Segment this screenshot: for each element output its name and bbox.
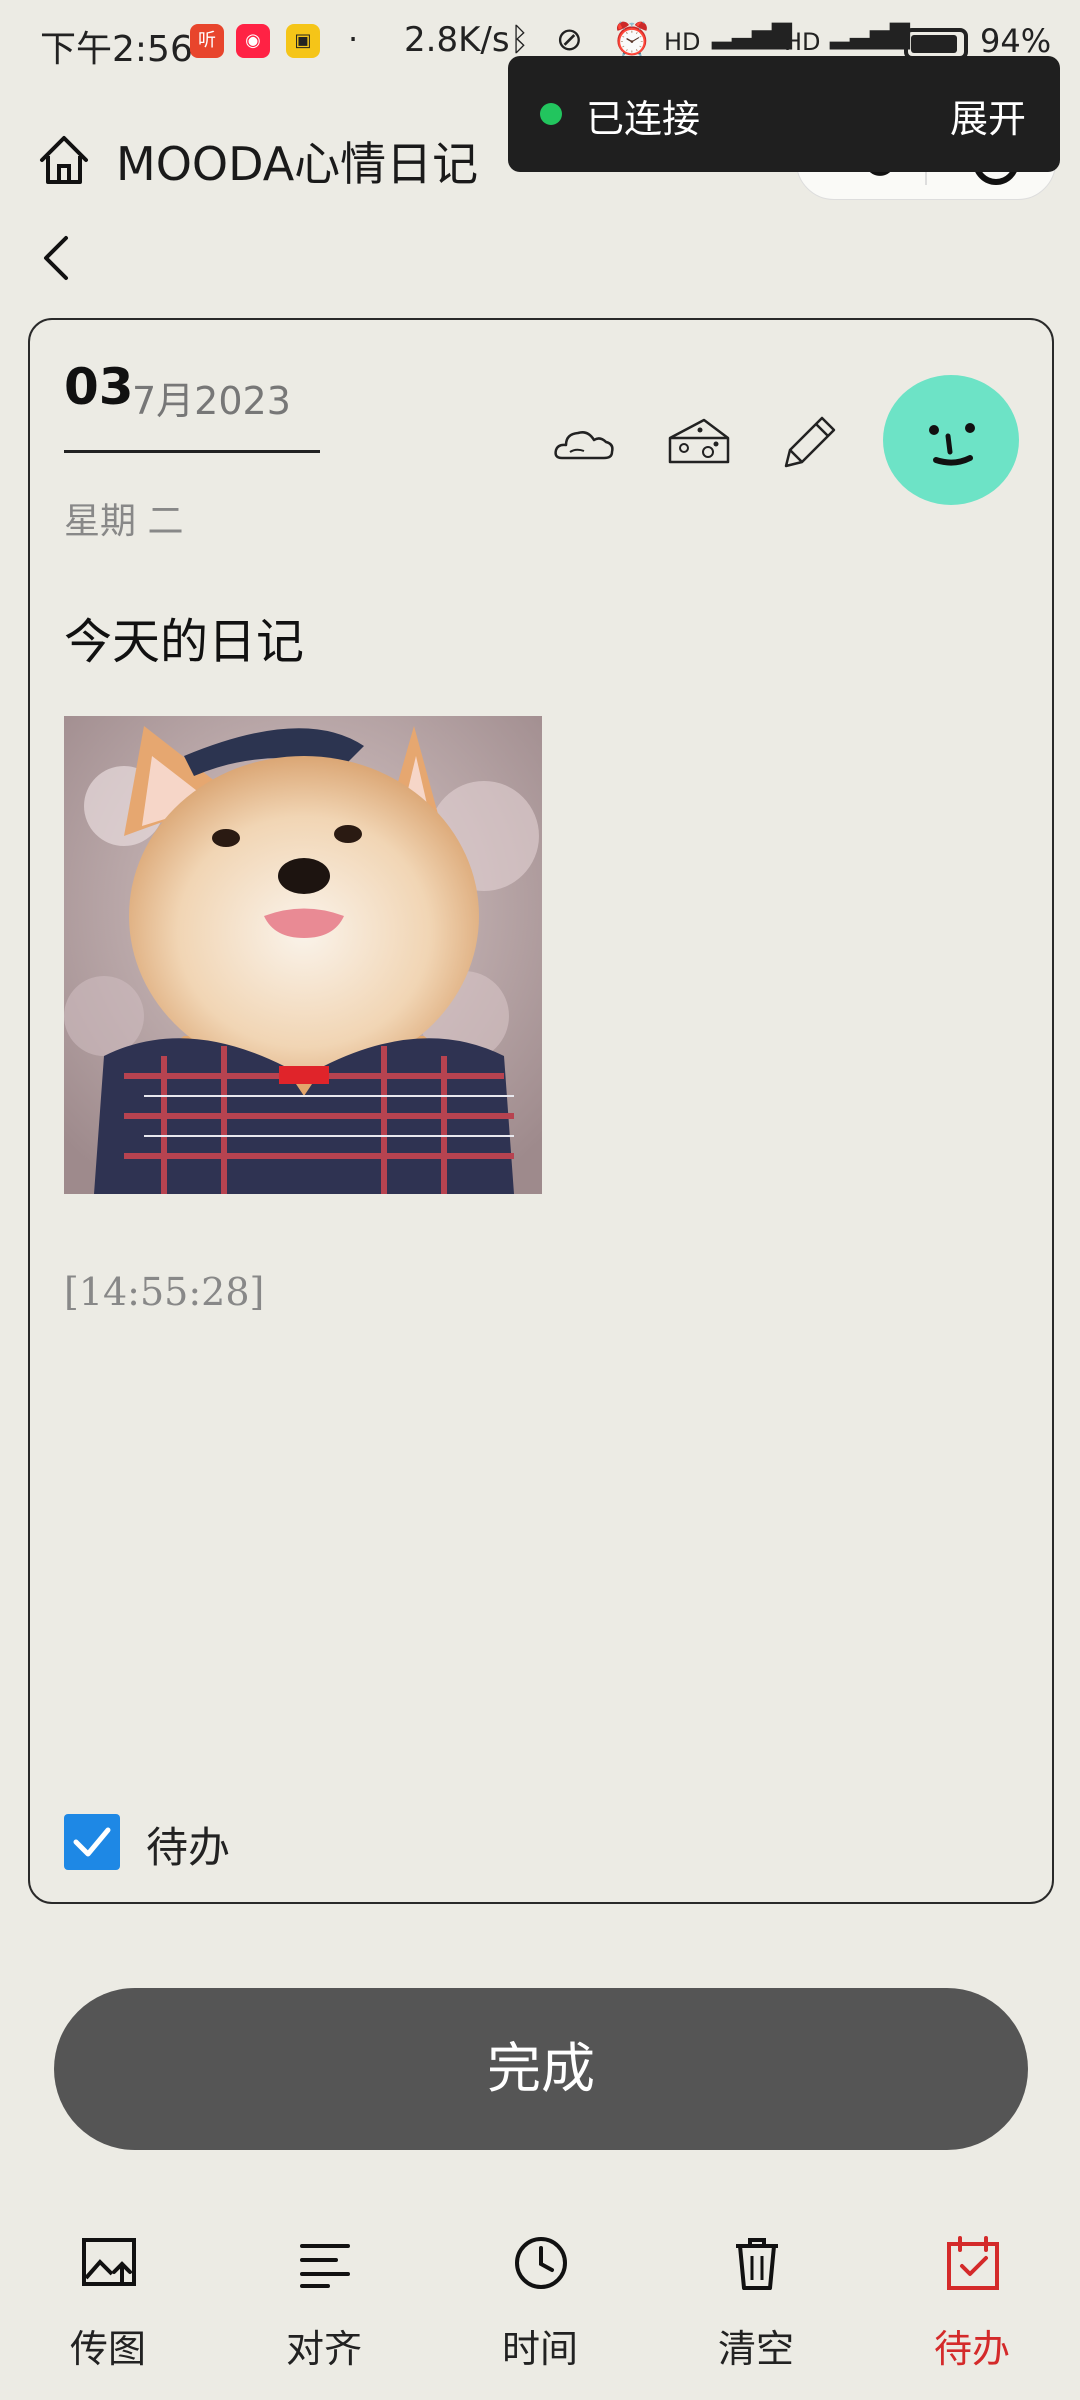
back-arrow-icon[interactable] [36, 230, 76, 286]
cheese-icon[interactable] [664, 408, 734, 478]
app-notification-icon: ▣ [286, 24, 320, 58]
connection-toast: 已连接 展开 [508, 56, 1060, 172]
pencil-icon[interactable] [774, 408, 844, 478]
image-upload-icon [82, 2238, 136, 2286]
mood-face-icon[interactable] [882, 374, 1020, 506]
clock-icon [515, 2237, 567, 2289]
cloud-weather-icon[interactable] [550, 410, 620, 480]
toolbar-time[interactable]: 时间 [460, 2228, 620, 2378]
toolbar-label: 传图 [69, 2327, 146, 2371]
network-speed: 2.8K/s [404, 20, 510, 60]
signal-icon: ▂▃▅▇ [830, 20, 910, 50]
diary-photo[interactable] [64, 716, 542, 1194]
app-title: MOODA心情日记 [116, 137, 479, 191]
toolbar-label: 待办 [933, 2327, 1010, 2371]
date-underline [64, 450, 320, 453]
align-left-icon [300, 2244, 350, 2288]
alarm-icon: ⏰ [612, 20, 652, 58]
toolbar-upload-image[interactable]: 传图 [28, 2228, 188, 2378]
expand-button[interactable]: 展开 [950, 88, 1026, 143]
app-notification-icon: ◉ [236, 24, 270, 58]
done-button[interactable]: 完成 [54, 1988, 1028, 2150]
signal-icon: ▂▃▅▇ [712, 20, 792, 50]
home-icon[interactable] [34, 130, 94, 190]
toolbar-clear[interactable]: 清空 [676, 2228, 836, 2378]
entry-timestamp: [14:55:28] [64, 1270, 265, 1314]
todo-label[interactable]: 待办 [146, 1814, 230, 1875]
bluetooth-icon: ᛒ [510, 20, 530, 58]
status-time: 下午2:56 [40, 29, 193, 70]
toolbar-align[interactable]: 对齐 [244, 2228, 404, 2378]
toolbar-label: 清空 [717, 2327, 794, 2371]
diary-card: 03 7月2023 星期 二 今天的日记 [14:55:28] 待办 [28, 318, 1054, 1904]
weekday: 星期 二 [64, 501, 184, 542]
connection-status: 已连接 [586, 97, 701, 141]
todo-checkbox[interactable] [64, 1814, 120, 1870]
toolbar-label: 时间 [501, 2327, 578, 2371]
mute-icon: ⊘ [556, 20, 583, 58]
trash-icon [736, 2238, 778, 2290]
hd-icon: HD [664, 28, 701, 56]
checkmark-icon [73, 1827, 111, 1857]
battery-percent: 94% [980, 22, 1052, 60]
calendar-check-icon [947, 2236, 999, 2290]
diary-title[interactable]: 今天的日记 [64, 602, 304, 672]
hd-icon: HD [784, 28, 821, 56]
dot-icon: · [348, 20, 359, 58]
date-month-year: 7月2023 [132, 379, 291, 423]
app-notification-icon: 听 [190, 24, 224, 58]
date-day: 03 [64, 358, 134, 416]
toolbar-label: 对齐 [285, 2327, 362, 2371]
connected-dot-icon [540, 103, 562, 125]
toolbar-todo[interactable]: 待办 [892, 2228, 1052, 2378]
